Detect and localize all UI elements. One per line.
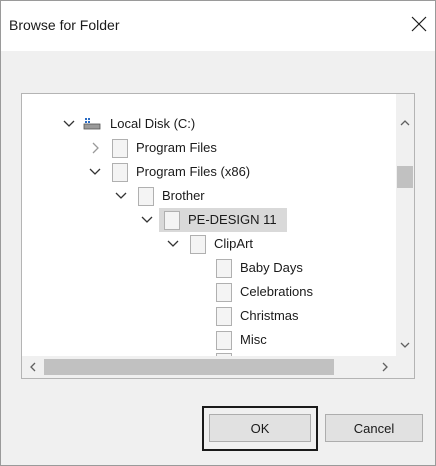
folder-icon — [112, 163, 128, 182]
close-icon[interactable] — [407, 12, 431, 36]
scroll-up-icon[interactable] — [398, 116, 412, 130]
tree-item-baby-days[interactable]: Baby Days — [22, 256, 398, 280]
scroll-left-icon[interactable] — [26, 360, 40, 374]
tree-item-label: ClipArt — [214, 236, 254, 251]
horizontal-scroll-thumb[interactable] — [44, 359, 334, 375]
dialog-title: Browse for Folder — [9, 17, 120, 33]
tree-item-label: Brother — [162, 188, 205, 203]
tree-item-pe-design-11[interactable]: PE-DESIGN 11 — [22, 208, 398, 232]
tree-item-program-files[interactable]: Program Files — [22, 136, 398, 160]
scrollbar-corner — [396, 356, 414, 378]
chevron-down-icon[interactable] — [88, 160, 102, 184]
folder-icon — [216, 259, 232, 278]
tree-item-local-disk[interactable]: Local Disk (C:) — [22, 112, 398, 136]
tree-item-label: Program Files (x86) — [136, 164, 251, 179]
folder-icon — [190, 235, 206, 254]
vertical-scrollbar[interactable] — [396, 94, 414, 356]
folder-icon — [112, 139, 128, 158]
folder-tree[interactable]: Local Disk (C:) Program Files Program Fi… — [21, 93, 415, 379]
tree-item-brother[interactable]: Brother — [22, 184, 398, 208]
tree-item-label: Program Files — [136, 140, 217, 155]
horizontal-scrollbar[interactable] — [22, 356, 398, 378]
scroll-down-icon[interactable] — [398, 338, 412, 352]
folder-icon — [216, 307, 232, 326]
title-bar: Browse for Folder — [1, 1, 435, 51]
tree-item-label: Local Disk (C:) — [110, 116, 196, 131]
tree-item-clipart[interactable]: ClipArt — [22, 232, 398, 256]
ok-button[interactable]: OK — [209, 414, 311, 442]
chevron-down-icon[interactable] — [140, 208, 154, 232]
scroll-right-icon[interactable] — [378, 360, 392, 374]
folder-icon — [216, 283, 232, 302]
folder-icon — [216, 331, 232, 350]
chevron-right-icon[interactable] — [88, 136, 102, 160]
tree-item-label: Misc — [240, 332, 267, 347]
tree-item-christmas[interactable]: Christmas — [22, 304, 398, 328]
tree-item-label: Baby Days — [240, 260, 303, 275]
vertical-scroll-thumb[interactable] — [397, 166, 413, 188]
browse-for-folder-dialog: Browse for Folder Local Disk (C:) Progra… — [0, 0, 436, 466]
tree-item-label: Christmas — [240, 308, 299, 323]
tree-item-misc[interactable]: Misc — [22, 328, 398, 356]
chevron-down-icon[interactable] — [62, 112, 76, 136]
cancel-button[interactable]: Cancel — [325, 414, 423, 442]
chevron-down-icon[interactable] — [166, 232, 180, 256]
chevron-down-icon[interactable] — [114, 184, 128, 208]
tree-item-program-files-x86[interactable]: Program Files (x86) — [22, 160, 398, 184]
drive-icon — [83, 118, 101, 130]
folder-icon — [164, 211, 180, 230]
folder-icon — [138, 187, 154, 206]
tree-item-celebrations[interactable]: Celebrations — [22, 280, 398, 304]
tree-item-label: Celebrations — [240, 284, 313, 299]
tree-item-label: PE-DESIGN 11 — [188, 212, 277, 227]
